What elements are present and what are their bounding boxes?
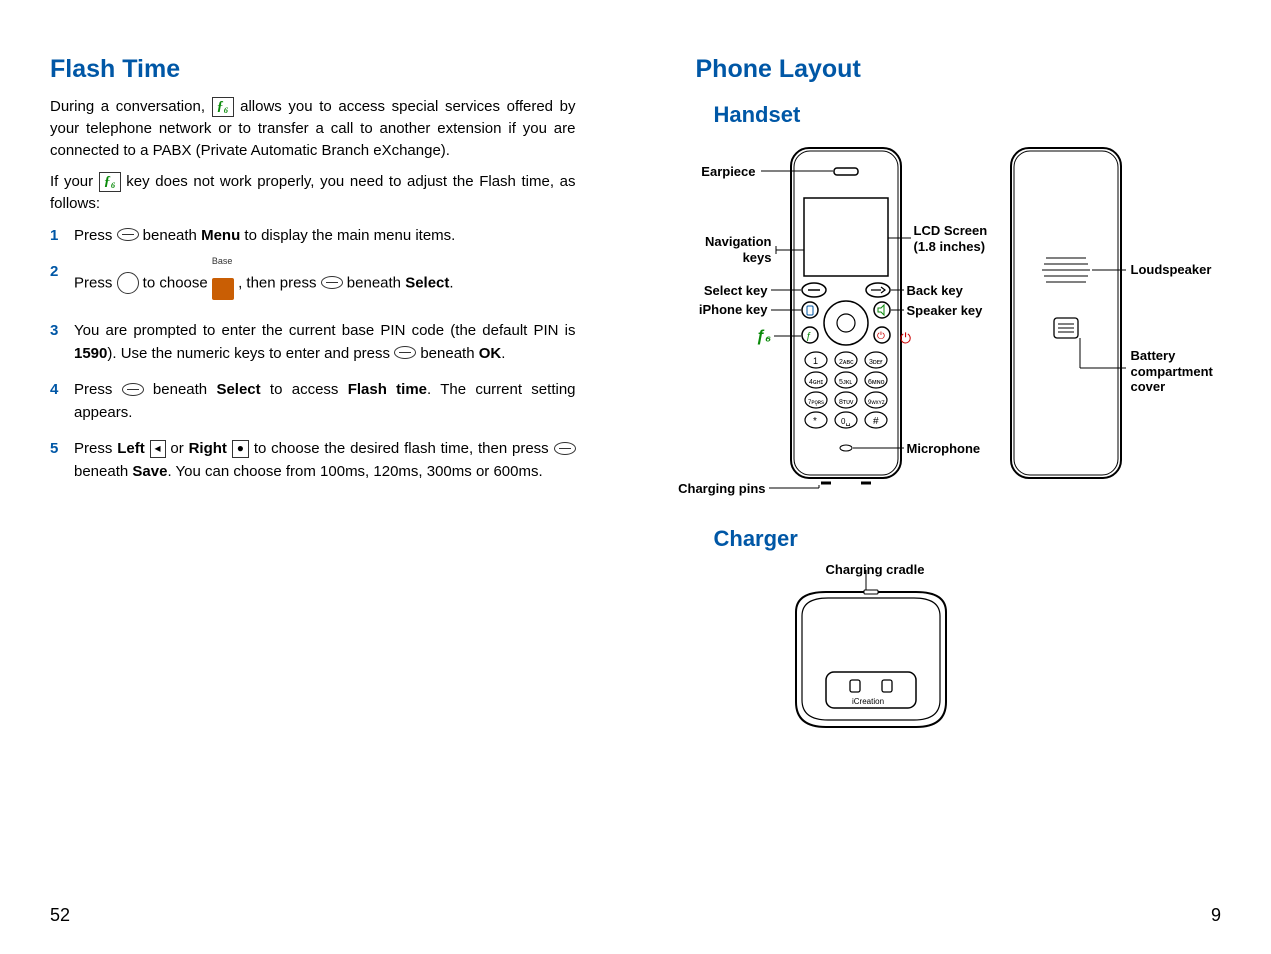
save-bold: Save xyxy=(132,463,167,480)
soft-key-icon xyxy=(321,276,343,289)
text: or xyxy=(166,440,189,457)
text: beneath xyxy=(416,345,479,362)
text: Press xyxy=(74,381,122,398)
charger-diagram: Charging cradle iCreation xyxy=(696,562,1222,782)
svg-text:8ᴛᴜᴠ: 8ᴛᴜᴠ xyxy=(839,399,854,406)
text: key does not work properly, you need to … xyxy=(50,173,575,212)
svg-text:#: # xyxy=(873,416,879,427)
flash-time-bold: Flash time xyxy=(348,381,427,398)
brand-text: iCreation xyxy=(852,697,884,706)
soft-key-icon xyxy=(554,442,576,455)
svg-text:1: 1 xyxy=(813,356,818,366)
soft-key-icon xyxy=(122,383,144,396)
select-bold: Select xyxy=(216,381,260,398)
text: . xyxy=(501,345,505,362)
section-title-phone-layout: Phone Layout xyxy=(696,55,1222,84)
text: beneath xyxy=(343,275,406,292)
ok-bold: OK xyxy=(479,345,502,362)
page-number-left: 52 xyxy=(50,905,70,926)
select-bold: Select xyxy=(405,275,449,292)
svg-text:⏻: ⏻ xyxy=(900,330,911,346)
subtitle-charger: Charger xyxy=(714,526,1222,552)
text: During a conversation, xyxy=(50,98,212,115)
label-microphone: Microphone xyxy=(907,441,981,457)
svg-text:5ᴊᴋʟ: 5ᴊᴋʟ xyxy=(839,379,852,386)
text: Press xyxy=(74,275,117,292)
base-label: Base xyxy=(212,256,233,266)
step-3: 3 You are prompted to enter the current … xyxy=(50,320,576,365)
svg-text:ƒ: ƒ xyxy=(806,331,812,342)
text: You are prompted to enter the current ba… xyxy=(74,322,576,339)
text: to choose the desired flash time, then p… xyxy=(249,440,554,457)
subtitle-handset: Handset xyxy=(714,102,1222,128)
nav-key-icon xyxy=(117,272,139,294)
svg-text:0␣: 0␣ xyxy=(841,417,851,426)
text: If your xyxy=(50,173,99,190)
charger-svg: iCreation xyxy=(756,562,1056,762)
pin-bold: 1590 xyxy=(74,345,107,362)
text: . You can choose from 100ms, 120ms, 300m… xyxy=(167,463,542,480)
label-speaker-key: Speaker key xyxy=(907,303,983,319)
text: ). Use the numeric keys to enter and pre… xyxy=(107,345,394,362)
svg-text:2ᴀʙᴄ: 2ᴀʙᴄ xyxy=(839,359,854,366)
flash-time-intro-1: During a conversation, ƒ₆ allows you to … xyxy=(50,96,576,161)
step-4: 4 Press beneath Select to access Flash t… xyxy=(50,379,576,424)
text: , then press xyxy=(234,275,321,292)
svg-text:4ɢʜɪ: 4ɢʜɪ xyxy=(809,379,824,386)
flash-key-icon: ƒ₆ xyxy=(99,172,121,192)
left-arrow-icon: ◂ xyxy=(150,440,166,458)
text: . xyxy=(449,275,453,292)
svg-text:*: * xyxy=(813,416,817,427)
text: beneath xyxy=(144,381,217,398)
text: to choose xyxy=(139,275,212,292)
label-back-key: Back key xyxy=(907,283,963,299)
svg-text:9ᴡxʏᴢ: 9ᴡxʏᴢ xyxy=(868,400,885,406)
section-title-flash-time: Flash Time xyxy=(50,55,576,84)
text: beneath xyxy=(74,463,132,480)
text: beneath xyxy=(139,227,202,244)
svg-text:ƒ₆: ƒ₆ xyxy=(756,328,771,345)
svg-text:7ᴘǫʀs: 7ᴘǫʀs xyxy=(808,400,824,406)
svg-text:⏻: ⏻ xyxy=(877,331,885,342)
label-battery-cover: Battery compartment cover xyxy=(1131,348,1213,395)
svg-text:6ᴍɴᴏ: 6ᴍɴᴏ xyxy=(868,379,885,386)
soft-key-icon xyxy=(394,346,416,359)
label-nav-keys: Navigation keys xyxy=(686,234,772,265)
left-bold: Left xyxy=(117,440,145,457)
label-iphone-key: iPhone key xyxy=(686,302,768,318)
menu-bold: Menu xyxy=(201,227,240,244)
step-1: 1 Press beneath Menu to display the main… xyxy=(50,225,576,248)
svg-text:3ᴅᴇғ: 3ᴅᴇғ xyxy=(869,359,883,366)
label-charging-pins: Charging pins xyxy=(672,481,766,497)
flash-key-icon: ƒ₆ xyxy=(212,97,234,117)
page-number-right: 9 xyxy=(1211,905,1221,926)
text: Press xyxy=(74,440,117,457)
step-5: 5 Press Left ◂ or Right ● to choose the … xyxy=(50,438,576,483)
steps-list: 1 Press beneath Menu to display the main… xyxy=(50,225,576,484)
label-loudspeaker: Loudspeaker xyxy=(1131,262,1212,278)
base-icon xyxy=(212,278,234,300)
label-earpiece: Earpiece xyxy=(694,164,756,180)
text: Press xyxy=(74,227,117,244)
right-arrow-icon: ● xyxy=(232,440,249,458)
flash-time-intro-2: If your ƒ₆ key does not work properly, y… xyxy=(50,171,576,215)
step-2: 2 Press to choose Base , then press bene… xyxy=(50,261,576,306)
label-lcd: LCD Screen (1.8 inches) xyxy=(914,223,988,254)
soft-key-icon xyxy=(117,228,139,241)
label-select-key: Select key xyxy=(686,283,768,299)
label-charging-cradle: Charging cradle xyxy=(826,562,925,578)
right-bold: Right xyxy=(189,440,227,457)
text: to access xyxy=(261,381,348,398)
handset-diagram: ƒ ⏻ ƒ₆ ⏻ 1 2ᴀʙᴄ 3ᴅᴇғ 4ɢʜɪ 5ᴊᴋʟ 6ᴍɴᴏ 7ᴘǫʀ… xyxy=(686,138,1222,508)
text: to display the main menu items. xyxy=(240,227,455,244)
